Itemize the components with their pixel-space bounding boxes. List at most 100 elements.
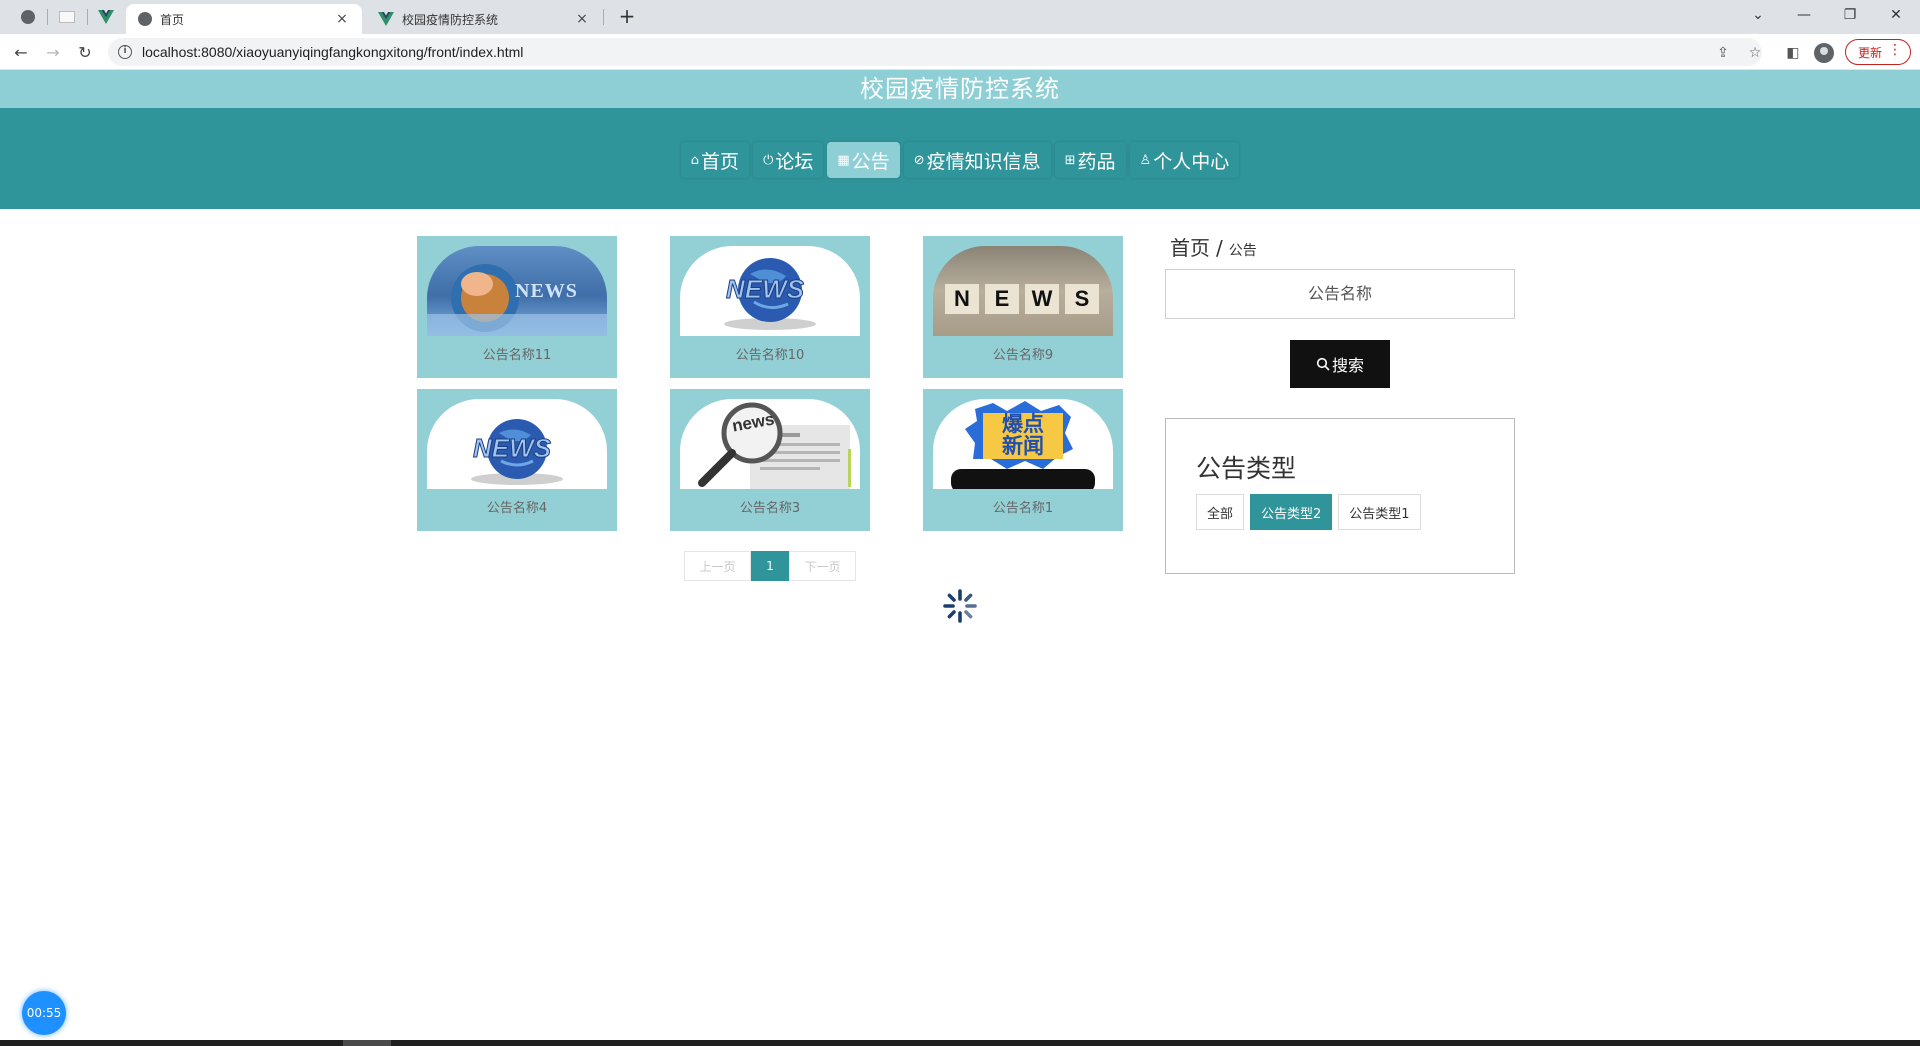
- notice-card[interactable]: NEWS 公告名称11: [417, 236, 617, 378]
- notice-title: 公告名称10: [735, 348, 805, 363]
- type-filter-option[interactable]: 公告类型1: [1338, 494, 1421, 530]
- tab-separator: [47, 9, 48, 25]
- nav-label: 论坛: [775, 150, 814, 173]
- nav-label: 公告: [851, 150, 890, 173]
- notice-thumbnail: NEWS: [680, 246, 860, 336]
- site-title: 校园疫情防控系统: [860, 75, 1060, 103]
- breadcrumb-current: 公告: [1228, 243, 1257, 259]
- new-tab-button[interactable]: +: [615, 5, 639, 29]
- notice-card[interactable]: NEWS 公告名称4: [417, 389, 617, 531]
- breadcrumb: 首页 / 公告: [1170, 232, 1257, 261]
- next-page-button[interactable]: 下一页: [789, 551, 856, 581]
- update-label: 更新: [1858, 45, 1883, 60]
- back-icon[interactable]: ←: [9, 40, 33, 64]
- notice-card[interactable]: NEWS 公告名称10: [670, 236, 870, 378]
- share-icon[interactable]: ⇪: [1714, 44, 1732, 62]
- profile-avatar[interactable]: [1814, 43, 1834, 63]
- notice-card[interactable]: 爆点 新闻 公告名称1: [923, 389, 1123, 531]
- news-text: NEWS: [515, 280, 578, 302]
- type-filter-option[interactable]: 公告类型2: [1250, 494, 1333, 530]
- letter-block: W: [1025, 284, 1059, 314]
- nav-item-medicine[interactable]: ⊞ 药品: [1055, 142, 1126, 178]
- nav-item-profile[interactable]: ♙ 个人中心: [1130, 142, 1240, 178]
- prev-page-button[interactable]: 上一页: [684, 551, 751, 581]
- notice-name-search-input[interactable]: 公告名称: [1165, 269, 1515, 319]
- side-panel-icon[interactable]: ◧: [1784, 44, 1802, 62]
- horizontal-scrollbar[interactable]: [0, 1040, 1920, 1046]
- vue-icon: [98, 10, 114, 24]
- minimize-icon[interactable]: —: [1786, 2, 1822, 28]
- letter-block: S: [1065, 284, 1099, 314]
- nav-item-home[interactable]: ⌂ 首页: [681, 142, 749, 178]
- notice-title: 公告名称11: [482, 348, 552, 363]
- search-icon: [1316, 357, 1330, 371]
- blank-page-icon: [59, 11, 75, 23]
- tab-system[interactable]: 校园疫情防控系统 ×: [366, 4, 602, 34]
- notice-thumbnail: news: [680, 399, 860, 489]
- nav-item-knowledge[interactable]: ⊘ 疫情知识信息: [904, 142, 1051, 178]
- tab-separator: [603, 9, 604, 25]
- pinned-tab-vue[interactable]: [88, 4, 124, 30]
- scrollbar-thumb[interactable]: [343, 1040, 391, 1046]
- site-info-icon[interactable]: i: [118, 45, 132, 59]
- knowledge-icon: ⊘: [913, 152, 925, 168]
- tab-search-icon[interactable]: ⌄: [1740, 2, 1776, 28]
- reload-icon[interactable]: ↻: [73, 40, 97, 64]
- page-number-button[interactable]: 1: [751, 551, 789, 581]
- breadcrumb-separator: /: [1216, 236, 1223, 260]
- search-button[interactable]: 搜索: [1290, 340, 1390, 388]
- notice-thumbnail: N E W S: [933, 246, 1113, 336]
- news-blocks: N E W S: [945, 284, 1099, 314]
- notice-thumbnail: NEWS: [427, 399, 607, 489]
- search-button-label: 搜索: [1331, 356, 1364, 375]
- nav-list: ⌂ 首页 ⏻ 论坛 ▦ 公告 ⊘ 疫情知识信息 ⊞ 药品 ♙ 个人中心: [0, 142, 1920, 178]
- close-icon[interactable]: ×: [334, 11, 350, 27]
- notice-title: 公告名称1: [992, 501, 1054, 516]
- notice-type-filter: 全部 公告类型2 公告类型1: [1196, 494, 1421, 530]
- letter-block: E: [985, 284, 1019, 314]
- url-text: localhost:8080/xiaoyuanyiqingfangkongxit…: [142, 44, 524, 60]
- recording-timer-badge[interactable]: 00:55: [22, 991, 66, 1035]
- pagination: 上一页 1 下一页: [684, 551, 856, 581]
- notice-icon: ▦: [837, 152, 850, 168]
- nav-label: 疫情知识信息: [926, 150, 1041, 173]
- restore-icon[interactable]: ❐: [1832, 2, 1868, 28]
- menu-dots-icon[interactable]: ⋮: [1888, 42, 1902, 58]
- type-filter-all[interactable]: 全部: [1196, 494, 1245, 530]
- notice-card[interactable]: news 公告名称3: [670, 389, 870, 531]
- close-window-icon[interactable]: ✕: [1878, 2, 1914, 28]
- tab-title: 首页: [160, 12, 185, 27]
- notice-thumbnail: 爆点 新闻: [933, 399, 1113, 489]
- nav-item-notice[interactable]: ▦ 公告: [827, 142, 900, 178]
- tab-home[interactable]: 首页 ×: [126, 4, 362, 34]
- bookmark-star-icon[interactable]: ☆: [1746, 44, 1764, 62]
- nav-label: 首页: [701, 150, 740, 173]
- globe-icon: [21, 10, 35, 24]
- notice-card[interactable]: N E W S 公告名称9: [923, 236, 1123, 378]
- forward-icon[interactable]: →: [41, 40, 65, 64]
- news-text: NEWS: [726, 274, 805, 305]
- close-icon[interactable]: ×: [574, 11, 590, 27]
- loading-spinner-icon: [943, 589, 977, 623]
- nav-label: 个人中心: [1153, 150, 1230, 173]
- tab-title: 校园疫情防控系统: [402, 12, 499, 27]
- nav-label: 药品: [1077, 150, 1116, 173]
- nav-item-forum[interactable]: ⏻ 论坛: [753, 142, 823, 178]
- notice-thumbnail: NEWS: [427, 246, 607, 336]
- address-bar[interactable]: i localhost:8080/xiaoyuanyiqingfangkongx…: [108, 38, 1762, 66]
- vue-icon: [378, 12, 394, 26]
- notice-type-heading: 公告类型: [1196, 454, 1297, 483]
- pinned-tab-blank[interactable]: [49, 4, 85, 30]
- pinned-tab-globe[interactable]: [10, 4, 46, 30]
- forum-icon: ⏻: [763, 152, 774, 168]
- notice-type-panel: 公告类型 全部 公告类型2 公告类型1: [1165, 418, 1515, 574]
- user-icon: ♙: [1139, 152, 1152, 168]
- breadcrumb-home-link[interactable]: 首页: [1170, 236, 1210, 260]
- update-button[interactable]: 更新 ⋮: [1845, 39, 1911, 65]
- news-text: NEWS: [473, 433, 552, 464]
- notice-title: 公告名称3: [739, 501, 801, 516]
- globe-icon: [138, 12, 152, 26]
- notice-title: 公告名称9: [992, 348, 1054, 363]
- letter-block: N: [945, 284, 979, 314]
- notice-title: 公告名称4: [486, 501, 548, 516]
